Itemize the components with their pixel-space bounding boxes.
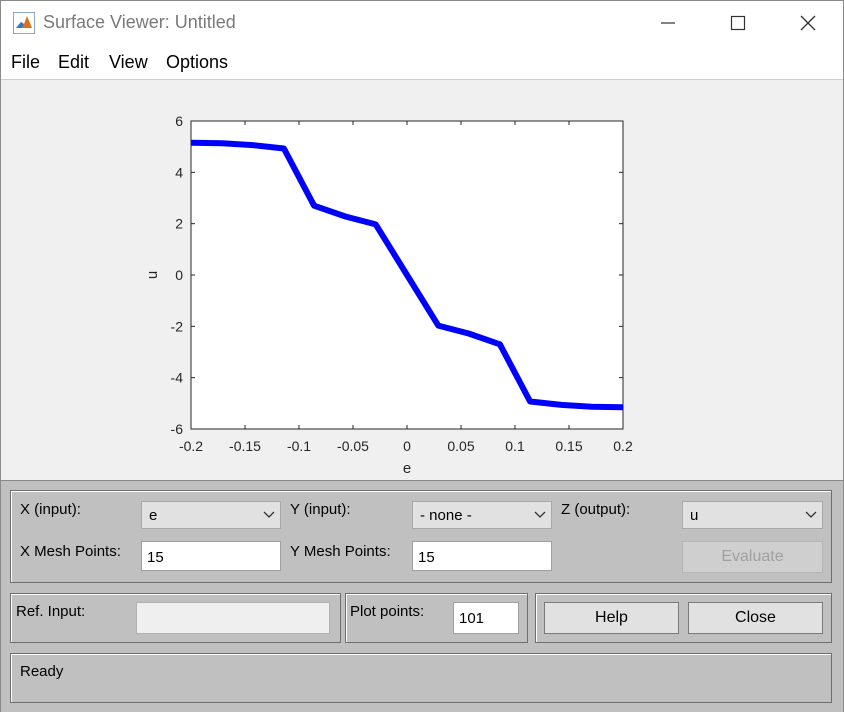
- x-mesh-points-input[interactable]: 15: [141, 541, 281, 571]
- x-mesh-points-label: X Mesh Points:: [20, 543, 121, 560]
- ref-input-panel: Ref. Input:: [10, 593, 341, 643]
- menu-options[interactable]: Options: [166, 52, 228, 73]
- x-tick-label: 0.15: [555, 438, 582, 454]
- y-input-select[interactable]: - none -: [412, 501, 552, 529]
- z-output-label: Z (output):: [561, 501, 631, 518]
- close-window-button[interactable]: [773, 1, 843, 45]
- y-tick-label: 0: [175, 267, 183, 283]
- y-tick-label: -6: [171, 421, 184, 437]
- ref-input-label: Ref. Input:: [16, 603, 86, 620]
- x-tick-label: 0.1: [505, 438, 525, 454]
- y-mesh-points-label: Y Mesh Points:: [290, 543, 391, 560]
- x-tick-label: 0.2: [613, 438, 633, 454]
- axis-selection-panel: X (input): e Y (input): - none - Z (outp…: [10, 490, 832, 583]
- plot-area: -0.2 -0.15 -0.1 -0.05 0 0.05 0.1 0.15 0.2 6 4 2 0 -2 -…: [1, 80, 843, 480]
- x-tick-label: 0.05: [447, 438, 474, 454]
- menu-bar: File Edit View Options: [1, 45, 843, 80]
- x-tick-label: -0.15: [229, 438, 261, 454]
- maximize-button[interactable]: [703, 1, 773, 45]
- x-tick-label: -0.05: [337, 438, 369, 454]
- y-tick-label: 2: [175, 216, 183, 232]
- chevron-down-icon: [258, 502, 280, 528]
- menu-file[interactable]: File: [11, 52, 40, 73]
- minimize-icon: [661, 22, 675, 24]
- y-tick-label: -4: [171, 370, 184, 386]
- window-title: Surface Viewer: Untitled: [43, 12, 236, 32]
- y-tick-label: 4: [175, 164, 183, 180]
- title-bar[interactable]: Surface Viewer: Untitled: [1, 1, 843, 45]
- y-mesh-points-input[interactable]: 15: [412, 541, 552, 571]
- surface-plot[interactable]: -0.2 -0.15 -0.1 -0.05 0 0.05 0.1 0.15 0.2 6 4 2 0 -2 -…: [1, 80, 843, 480]
- y-axis-label: u: [144, 271, 161, 279]
- y-input-label: Y (input):: [290, 501, 351, 518]
- status-bar: Ready: [10, 653, 832, 703]
- y-input-value: - none -: [420, 507, 472, 524]
- y-tick-label: 6: [175, 113, 183, 129]
- x-input-select[interactable]: e: [141, 501, 281, 529]
- surface-viewer-window: Surface Viewer: Untitled File Edit View …: [0, 0, 844, 712]
- plot-points-panel: Plot points: 101: [345, 593, 528, 643]
- matlab-icon: [13, 12, 35, 34]
- x-axis-label: e: [403, 460, 411, 477]
- minimize-button[interactable]: [633, 1, 703, 45]
- chevron-down-icon: [800, 502, 822, 528]
- status-text: Ready: [20, 663, 64, 680]
- plot-points-input[interactable]: 101: [453, 602, 519, 634]
- x-tick-label: 0: [403, 438, 411, 454]
- ref-input-field[interactable]: [136, 602, 330, 634]
- maximize-icon: [730, 15, 746, 31]
- menu-view[interactable]: View: [109, 52, 148, 73]
- control-panel-area: X (input): e Y (input): - none - Z (outp…: [1, 480, 843, 712]
- y-tick-label: -2: [171, 318, 184, 334]
- x-tick-label: -0.2: [179, 438, 203, 454]
- z-output-select[interactable]: u: [682, 501, 823, 529]
- evaluate-button[interactable]: Evaluate: [682, 541, 823, 573]
- z-output-value: u: [690, 507, 699, 524]
- x-tick-label: -0.1: [287, 438, 311, 454]
- close-button[interactable]: Close: [688, 602, 823, 634]
- help-button[interactable]: Help: [544, 602, 679, 634]
- close-icon: [800, 15, 816, 31]
- chevron-down-icon: [529, 502, 551, 528]
- x-input-label: X (input):: [20, 501, 81, 518]
- plot-points-label: Plot points:: [350, 603, 425, 620]
- action-buttons-panel: Help Close: [535, 593, 832, 643]
- x-input-value: e: [149, 507, 158, 524]
- menu-edit[interactable]: Edit: [58, 52, 89, 73]
